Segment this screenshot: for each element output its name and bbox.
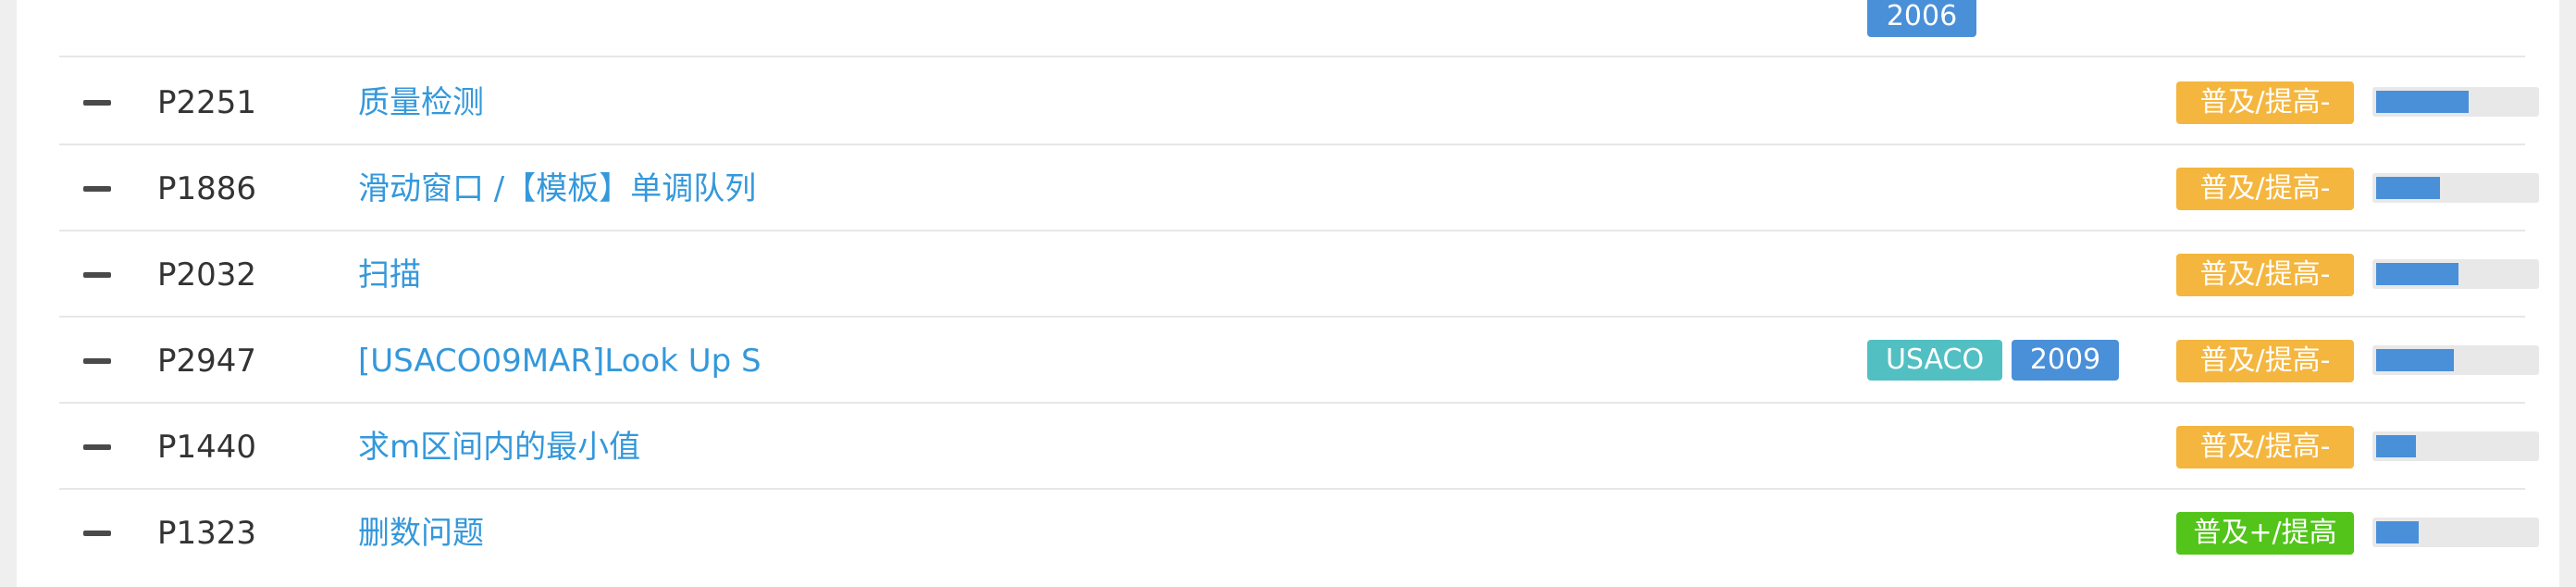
pass-rate-fill [2376,91,2469,113]
status-untried-icon [83,531,111,536]
pass-rate-bar [2372,87,2539,117]
year-tag[interactable]: 2009 [2012,340,2119,381]
pass-rate-bar [2372,345,2539,375]
difficulty-badge: 普及+/提高 [2176,512,2354,555]
problem-row[interactable]: P1323 删数问题 普及+/提高 [59,490,2539,576]
pass-rate-bar [2372,259,2539,289]
difficulty-badge: 普及/提高- [2176,340,2354,382]
previous-problem-row: 2006 [59,0,2525,57]
difficulty-badge: 普及/提高- [2176,254,2354,296]
status-untried-icon [83,186,111,192]
status-untried-icon [83,272,111,278]
status-untried-icon [83,100,111,106]
difficulty-badge: 普及/提高- [2176,81,2354,124]
pass-rate-bar [2372,518,2539,547]
problem-title-link[interactable]: 滑动窗口 /【模板】单调队列 [358,169,756,208]
problem-title-link[interactable]: 扫描 [358,256,421,294]
pass-rate-bar [2372,173,2539,203]
source-tag[interactable]: USACO [1867,340,2002,381]
problem-row[interactable]: P2251 质量检测 普及/提高- [59,59,2539,145]
problem-id: P1886 [157,170,257,207]
status-untried-icon [83,358,111,364]
status-untried-icon [83,444,111,450]
problem-id: P2251 [157,84,257,121]
pass-rate-fill [2376,521,2419,543]
problem-title-link[interactable]: [USACO09MAR]Look Up S [358,342,762,381]
problem-row[interactable]: P2032 扫描 普及/提高- [59,231,2539,318]
difficulty-badge: 普及/提高- [2176,168,2354,210]
pass-rate-fill [2376,177,2440,199]
problem-row[interactable]: P1440 求m区间内的最小值 普及/提高- [59,404,2539,490]
problem-id: P1323 [157,515,257,552]
pass-rate-fill [2376,349,2454,371]
problem-id: P2032 [157,256,257,294]
problem-list-panel: 2006 P2251 质量检测 普及/提高- P1886 滑动窗口 /【模板】单调队列普… [17,0,2559,587]
problem-title-link[interactable]: 删数问题 [358,514,484,553]
problem-row[interactable]: P2947 [USACO09MAR]Look Up S USACO 2009 普及/提高… [59,318,2539,404]
problem-id: P2947 [157,343,257,380]
pass-rate-fill [2376,263,2458,285]
pass-rate-fill [2376,435,2416,457]
year-tag[interactable]: 2006 [1867,0,1976,37]
pass-rate-bar [2372,431,2539,461]
problem-title-link[interactable]: 求m区间内的最小值 [358,428,640,467]
problem-id: P1440 [157,429,257,466]
difficulty-badge: 普及/提高- [2176,426,2354,468]
problem-title-link[interactable]: 质量检测 [358,83,484,122]
problem-row[interactable]: P1886 滑动窗口 /【模板】单调队列 普及/提高- [59,145,2539,231]
